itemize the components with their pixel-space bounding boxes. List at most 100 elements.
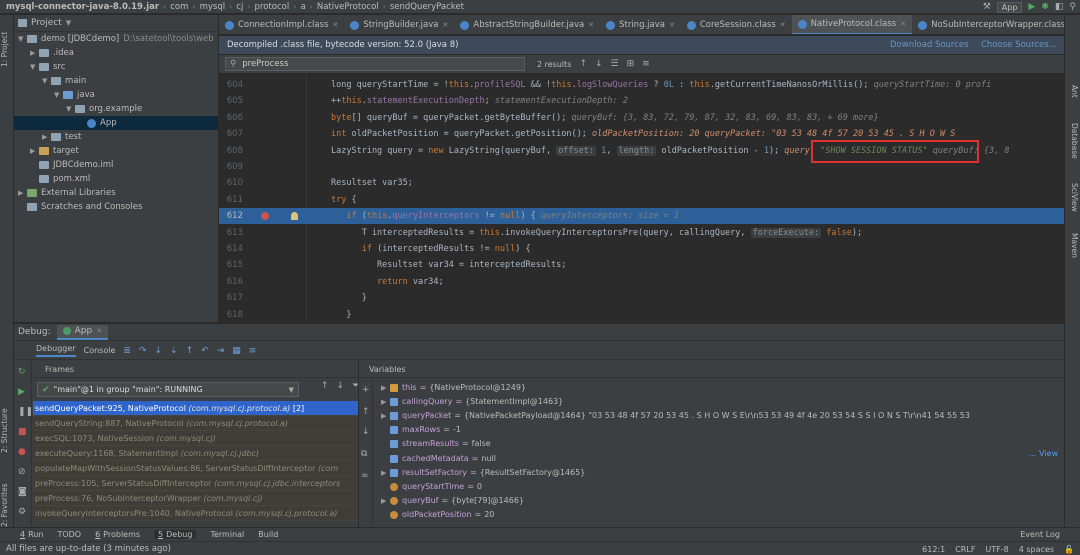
breadcrumb-item[interactable]: NativeProtocol [317,2,379,12]
chevron-down-icon[interactable]: ▼ [66,19,71,27]
down-arrow-icon[interactable]: ↓ [362,427,370,437]
drop-frame-icon[interactable]: ↶ [201,346,209,356]
resume-icon[interactable]: ▶ [18,387,25,397]
breadcrumb-item[interactable]: mysql-connector-java-8.0.19.jar [6,2,159,12]
breadcrumb-item[interactable]: mysql [200,2,226,12]
breadcrumb-item[interactable]: com [170,2,188,12]
editor-tab[interactable]: NoSubInterceptorWrapper.class✕ [912,15,1064,34]
tree-item[interactable]: ▶ .idea [14,46,218,60]
close-icon[interactable]: ✕ [96,327,102,335]
stack-frame[interactable]: sendQueryPacket:925, NativeProtocol (com… [33,401,358,416]
camera-icon[interactable]: ◙ [18,487,27,497]
chevron-right-icon[interactable]: ▶ [381,409,390,423]
debug-icon[interactable]: ✱ [1041,2,1049,12]
chevron-down-icon[interactable]: ▼ [18,32,27,46]
tab-debugger[interactable]: Debugger [36,344,76,357]
mute-breakpoints-icon[interactable]: ⊘ [18,467,26,477]
chevron-right-icon[interactable]: ▶ [381,395,390,409]
code-line[interactable]: 604 long queryStartTime = !this.profileSQ… [219,77,1064,93]
code-line[interactable]: 617 } [219,290,1064,306]
code-editor[interactable]: 604 long queryStartTime = !this.profileSQ… [219,75,1064,322]
tool-tab-structure[interactable]: 2: Structure [0,401,14,461]
trace-icon[interactable]: ≡ [249,346,257,356]
tree-item[interactable]: ▼ demo [JDBCdemo] D:\satetool\tools\web [14,32,218,46]
tool-tab-sciview[interactable]: SciView [1067,183,1079,212]
variable-row[interactable]: maxRows = -1 [381,423,461,437]
variable-row[interactable]: ▶ queryBuf = {byte[79]@1466} [381,494,524,508]
chevron-right-icon[interactable]: ▶ [381,381,390,395]
code-line[interactable]: 605 ++this.statementExecutionDepth; state… [219,93,1064,109]
tool-window-button[interactable]: 6 Problems [95,530,140,539]
stop-icon[interactable]: ■ [18,427,27,437]
editor-tab[interactable]: String.java ✕ [600,15,681,34]
editor-tab[interactable]: CoreSession.class ✕ [681,15,792,34]
build-icon[interactable]: ⚒ [983,2,991,12]
view-link[interactable]: ... View [1029,449,1058,458]
variable-row[interactable]: oldPacketPosition = 20 [381,508,494,522]
breakpoint-icon[interactable] [261,212,269,221]
copy-icon[interactable]: ⧉ [361,449,367,459]
close-icon[interactable]: ✕ [780,21,786,29]
code-line[interactable]: 606 byte[] queryBuf = queryPacket.getByte… [219,110,1064,126]
filter-icon[interactable]: ⊞ [627,59,635,69]
close-icon[interactable]: ✕ [332,21,338,29]
code-line[interactable]: 610 Resultset var35; [219,175,1064,191]
indent-setting[interactable]: 4 spaces [1019,545,1054,554]
debug-session-tab[interactable]: App ✕ [56,324,109,340]
variable-row[interactable]: ▶ this = {NativeProtocol@1249} [381,381,526,395]
breadcrumb-item[interactable]: sendQueryPacket [390,2,464,12]
tool-window-button[interactable]: Build [258,530,278,539]
coverage-icon[interactable]: ◧ [1055,2,1064,12]
search-everywhere-icon[interactable]: ⚲ [1069,2,1076,12]
down-arrow-icon[interactable]: ↓ [337,381,345,391]
tab-console[interactable]: Console [84,346,116,355]
variable-row[interactable]: ▶ callingQuery = {StatementImpl@1463} [381,395,563,409]
code-line[interactable]: 613 T interceptedResults = this.invokeQu… [219,225,1064,241]
caret-position[interactable]: 612:1 [922,545,945,554]
filter-icon[interactable]: ⏷ [352,381,358,391]
tool-tab-ant[interactable]: Ant [1067,85,1079,98]
rerun-icon[interactable]: ↻ [18,367,26,377]
up-arrow-icon[interactable]: ↑ [362,407,370,417]
code-line[interactable]: 612 if (this.queryInterceptors != null) … [219,208,1064,225]
tool-window-button[interactable]: TODO [57,530,81,539]
chevron-right-icon[interactable]: ▶ [18,186,27,200]
tool-tab-database[interactable]: Database [1067,123,1079,159]
watches-icon[interactable]: ∞ [361,471,369,481]
previous-occurrence-icon[interactable]: ↑ [579,59,587,69]
tree-item[interactable]: JDBCdemo.iml [14,158,218,172]
find-options-icon[interactable]: ☰ [611,59,619,69]
tree-item[interactable]: Scratches and Consoles [14,200,218,214]
chevron-right-icon[interactable]: ▶ [381,494,390,508]
variable-row[interactable]: ▶ resultSetFactory = {ResultSetFactory@1465… [381,466,585,480]
run-icon[interactable]: ▶ [1028,2,1035,12]
tree-item[interactable]: App [14,116,218,130]
chevron-right-icon[interactable]: ▶ [30,144,39,158]
close-icon[interactable]: ✕ [588,21,594,29]
intention-bulb-icon[interactable] [291,212,298,221]
chevron-right-icon[interactable]: ▶ [381,466,390,480]
thread-selector[interactable]: ✔ "main"@1 in group "main": RUNNING ▼ [37,382,299,397]
tool-window-button[interactable]: 4 Run [20,530,43,539]
pause-icon[interactable]: ❚❚ [18,407,33,417]
tool-tab-maven[interactable]: Maven [1067,233,1079,258]
stack-frame[interactable]: preProcess:105, ServerStatusDiffIntercep… [33,476,358,491]
view-breakpoints-icon[interactable]: ● [18,447,26,457]
up-arrow-icon[interactable]: ↑ [321,381,329,391]
show-execution-point-icon[interactable]: ≣ [123,346,131,356]
run-config-selector[interactable]: App [996,1,1023,13]
breadcrumb-item[interactable]: protocol [255,2,290,12]
stack-frame[interactable]: invokeQueryInterceptorsPre:1040, NativeP… [33,506,358,521]
find-input[interactable]: ⚲ preProcess [225,57,525,71]
tool-window-button[interactable]: 5 Debug [154,530,197,539]
download-sources-link[interactable]: Download Sources [890,40,969,50]
tree-item[interactable]: ▼ org.example [14,102,218,116]
chevron-down-icon[interactable]: ▼ [30,60,39,74]
code-line[interactable]: 615 Resultset var34 = interceptedResults… [219,257,1064,273]
chevron-down-icon[interactable]: ▼ [42,74,51,88]
variable-row[interactable]: queryStartTime = 0 [381,480,482,494]
tree-item[interactable]: ▼ main [14,74,218,88]
editor-tab[interactable]: ConnectionImpl.class ✕ [219,15,344,34]
line-separator[interactable]: CRLF [955,545,975,554]
breadcrumb-item[interactable]: cj [236,2,243,12]
